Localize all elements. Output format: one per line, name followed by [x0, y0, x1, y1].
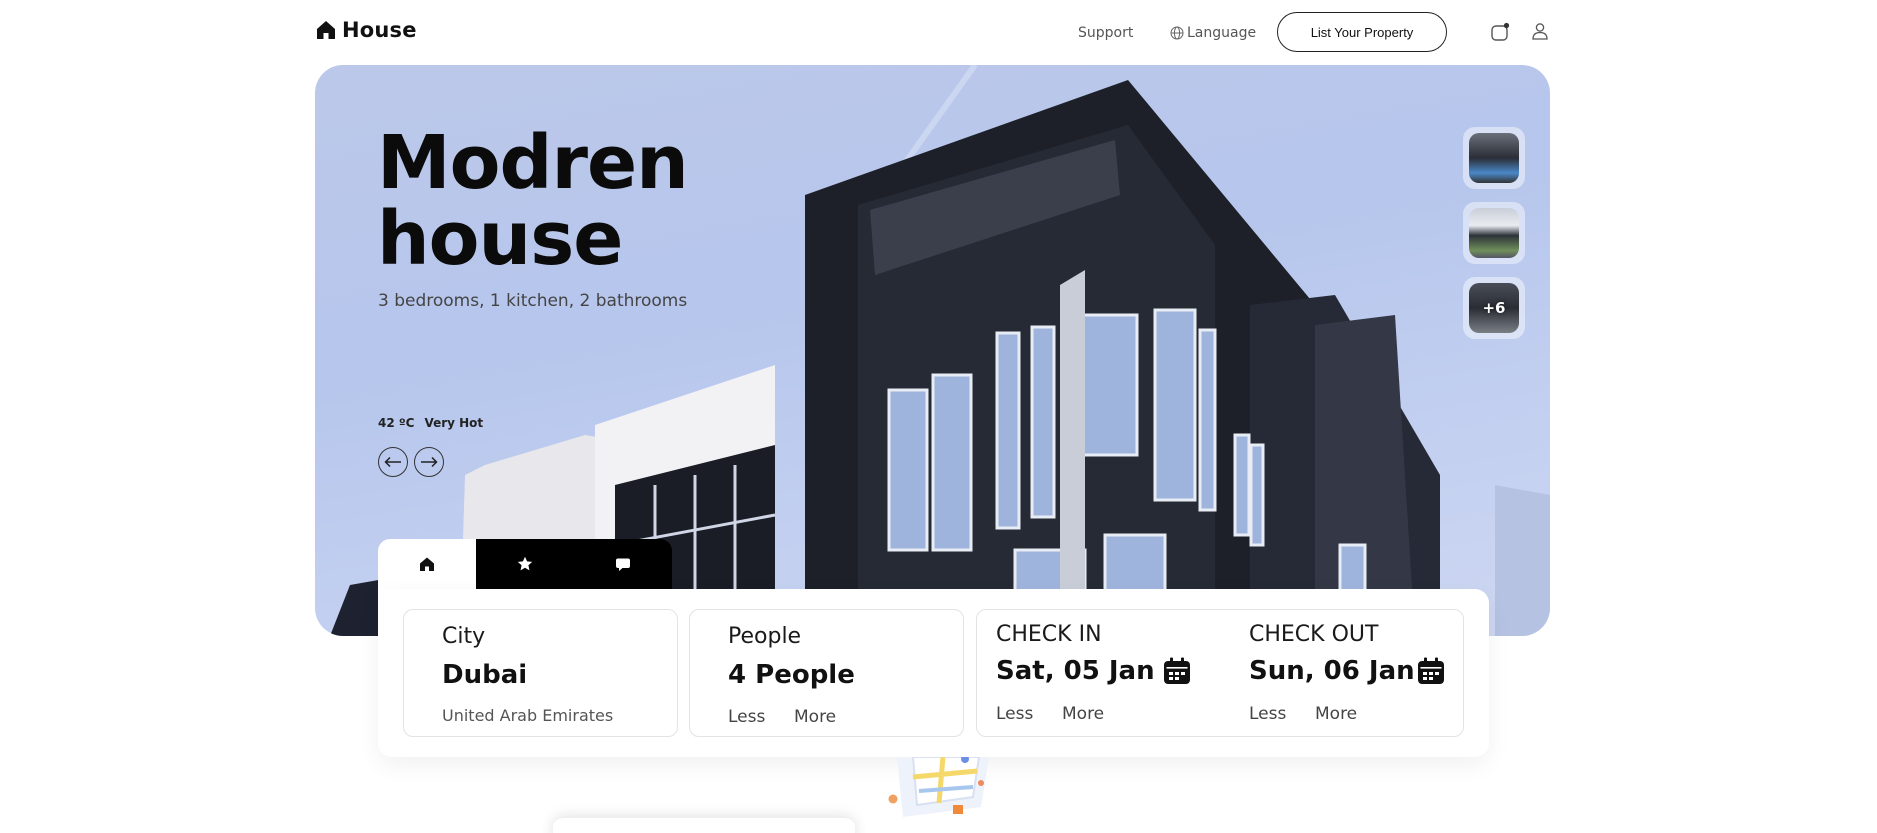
check-out-value: Sun, 06 Jan [1249, 656, 1415, 686]
check-out-more-button[interactable]: More [1315, 704, 1357, 724]
carousel-controls [378, 447, 444, 477]
check-in-less-button[interactable]: Less [996, 704, 1033, 724]
city-field[interactable]: City Dubai United Arab Emirates [403, 609, 678, 737]
thumbnail-image [1469, 208, 1519, 258]
city-country: United Arab Emirates [442, 706, 614, 725]
list-property-button[interactable]: List Your Property [1277, 12, 1447, 52]
people-field[interactable]: People 4 People Less More [689, 609, 964, 737]
gallery-thumbnail[interactable] [1463, 202, 1525, 264]
check-in-label: CHECK IN [996, 622, 1102, 647]
map-illustration-icon [888, 757, 989, 817]
nav-support-link[interactable]: Support [1078, 25, 1133, 41]
hero-title: Modren house [377, 125, 777, 277]
logo[interactable]: House [316, 18, 417, 42]
search-tabs [378, 539, 672, 589]
nav-language-link[interactable]: Language [1170, 25, 1256, 41]
dates-field: CHECK IN Sat, 05 Jan Less More CHECK OUT… [976, 609, 1464, 737]
people-value: 4 People [728, 660, 855, 690]
hero-subtitle: 3 bedrooms, 1 kitchen, 2 bathrooms [378, 291, 688, 311]
gallery-thumbnails: +6 [1463, 127, 1525, 339]
city-label: City [442, 624, 486, 649]
tab-homes[interactable] [378, 539, 476, 589]
calendar-icon[interactable] [1416, 656, 1446, 686]
check-in-value: Sat, 05 Jan [996, 656, 1155, 686]
tab-messages[interactable] [574, 539, 672, 589]
arrow-right-icon [421, 456, 438, 468]
logo-text: House [342, 18, 417, 42]
hero-title-line1: Modren [377, 120, 689, 206]
more-photos-count: +6 [1482, 299, 1506, 317]
search-panel: City Dubai United Arab Emirates People 4… [378, 589, 1489, 757]
tab-favorites[interactable] [476, 539, 574, 589]
people-label: People [728, 624, 802, 649]
star-icon [517, 556, 533, 571]
check-out-label: CHECK OUT [1249, 622, 1379, 647]
weather-status: Very Hot [424, 416, 484, 430]
next-slide-button[interactable] [414, 447, 444, 477]
weather-info: 42 ºC Very Hot [378, 416, 483, 430]
gallery-thumbnail-more[interactable]: +6 [1463, 277, 1525, 339]
city-value: Dubai [442, 660, 528, 690]
house-logo-icon [317, 21, 335, 39]
user-profile-icon[interactable] [1531, 22, 1549, 40]
thumbnail-image: +6 [1469, 283, 1519, 333]
check-out-less-button[interactable]: Less [1249, 704, 1286, 724]
home-icon [420, 557, 434, 571]
thumbnail-image [1469, 133, 1519, 183]
calendar-icon[interactable] [1162, 656, 1192, 686]
gallery-thumbnail[interactable] [1463, 127, 1525, 189]
prev-slide-button[interactable] [378, 447, 408, 477]
globe-icon [1170, 26, 1184, 40]
people-less-button[interactable]: Less [728, 707, 765, 727]
check-in-more-button[interactable]: More [1062, 704, 1104, 724]
hero-title-line2: house [377, 196, 623, 282]
bottom-card [553, 818, 855, 833]
nav-language-label: Language [1187, 25, 1257, 41]
notification-icon[interactable] [1490, 22, 1510, 42]
people-more-button[interactable]: More [794, 707, 836, 727]
arrow-left-icon [384, 456, 401, 468]
chat-icon [616, 558, 630, 571]
temperature-value: 42 ºC [378, 416, 415, 430]
